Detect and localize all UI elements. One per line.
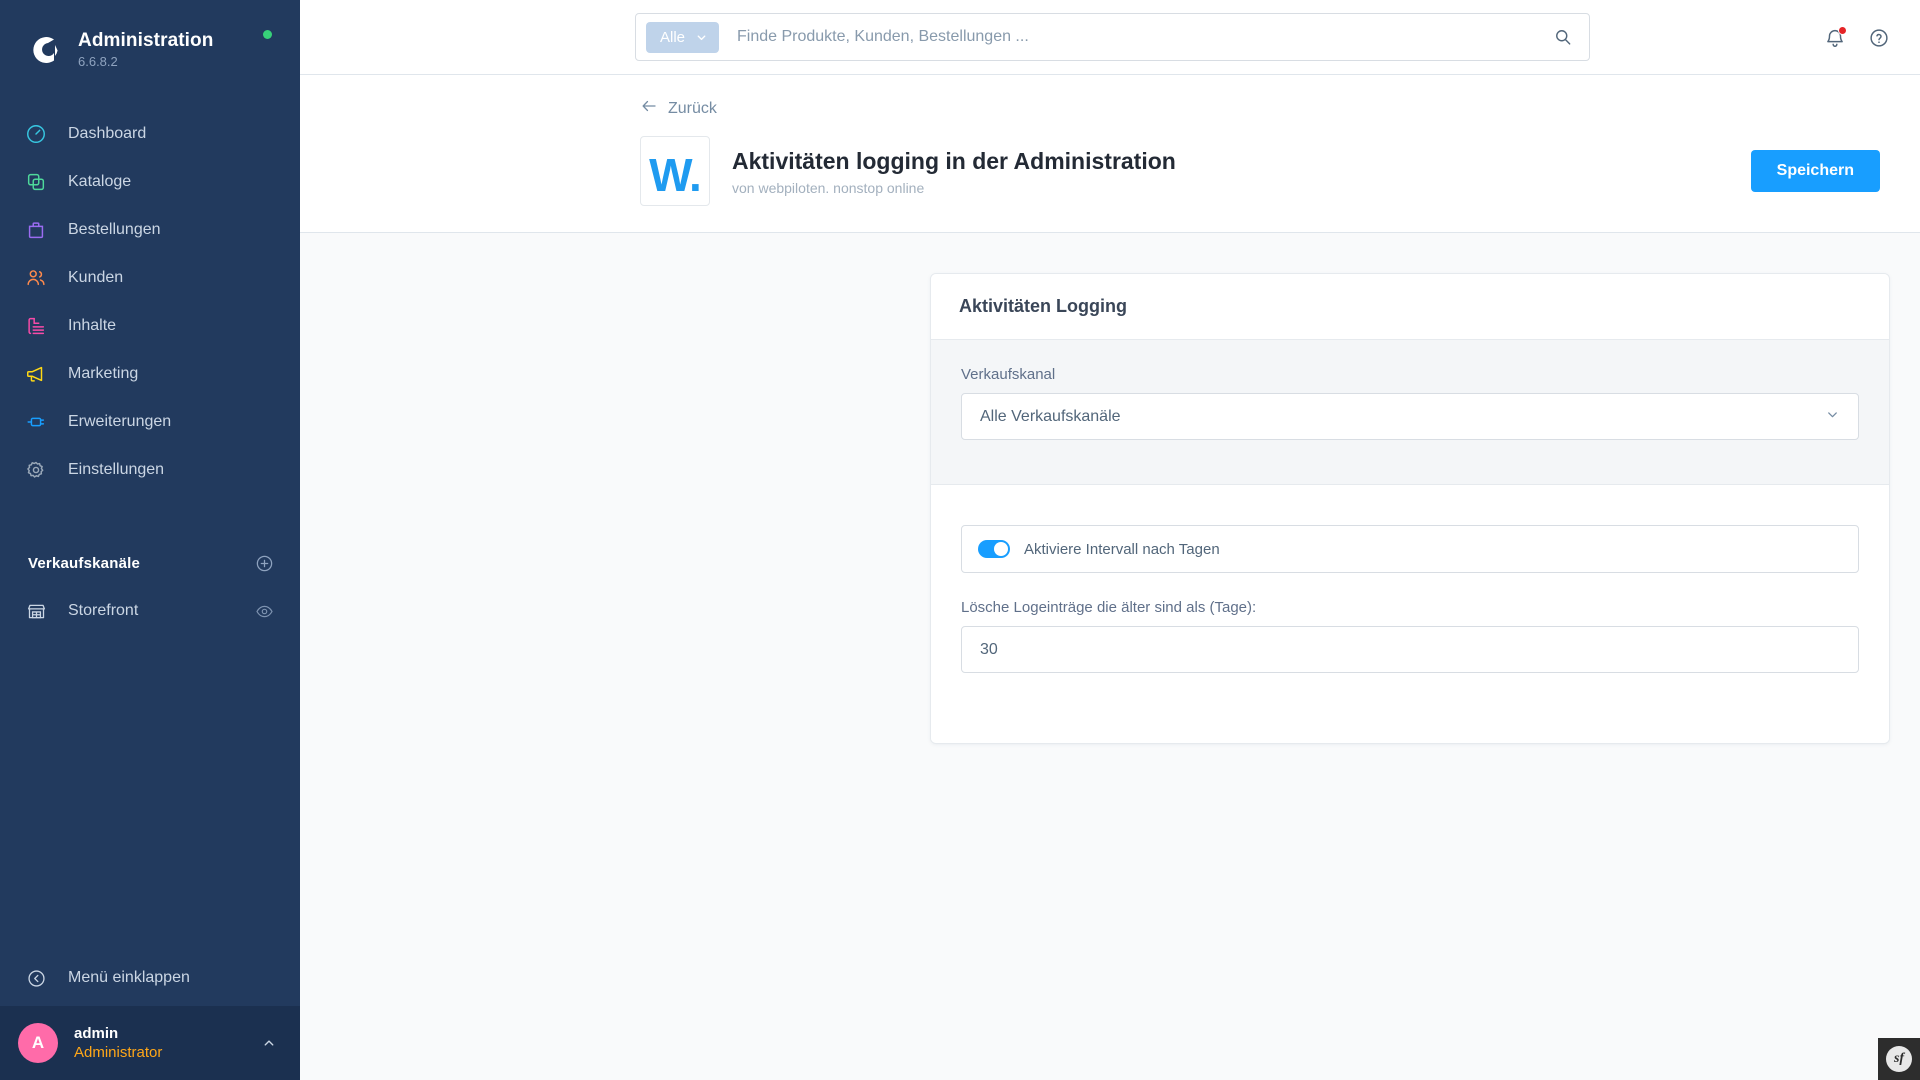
chevron-up-icon[interactable] [260,1034,278,1052]
arrow-left-icon [640,97,658,120]
sidebar: Administration 6.6.8.2 Dashboard Katalog… [0,0,300,1080]
collapse-menu-label: Menü einklappen [68,969,190,986]
back-label: Zurück [668,99,717,117]
plugin-header: W. Aktivitäten logging in der Administra… [640,136,1880,206]
brand-title: Administration [78,29,214,51]
chevron-down-icon [695,31,708,44]
search-scope-label: Alle [660,28,686,46]
sidebar-item-label: Kataloge [68,173,132,190]
notification-badge [1838,25,1847,35]
sidebar-item-label: Einstellungen [68,461,165,478]
bell-icon[interactable] [1824,25,1847,49]
sales-channel-section: Verkaufskanal Alle Verkaufskanäle [931,340,1889,485]
shopware-logo-icon [22,30,62,70]
content-icon [24,314,48,338]
brand-version: 6.6.8.2 [78,53,118,69]
catalog-icon [24,170,48,194]
sidebar-item-label: Inhalte [68,317,117,334]
user-menu[interactable]: A admin Administrator [0,1006,300,1080]
save-button[interactable]: Speichern [1750,150,1880,192]
page-title: Aktivitäten logging in der Administratio… [732,147,1176,174]
symfony-icon: sf [1886,1046,1912,1072]
status-dot-icon [263,30,272,39]
search-scope-dropdown[interactable]: Alle [646,21,720,53]
extensions-icon [24,410,48,434]
settings-icon [24,458,48,482]
sidebar-item-label: Erweiterungen [68,413,172,430]
search-icon[interactable] [1553,27,1579,47]
sidebar-item-label: Kunden [68,269,124,286]
storefront-icon [24,599,48,623]
settings-card: Aktivitäten Logging Verkaufskanal Alle V… [930,273,1890,744]
topbar: Alle [300,0,1920,75]
interval-toggle-label: Aktiviere Intervall nach Tagen [1024,540,1220,558]
global-search[interactable]: Alle [635,13,1590,61]
main-navigation: Dashboard Kataloge Bestellungen Kunden I… [0,110,300,494]
search-input[interactable] [719,28,1553,46]
toggle-knob [994,542,1008,556]
page-header: Zurück W. Aktivitäten logging in der Adm… [300,75,1920,233]
eye-icon[interactable] [255,602,274,621]
plugin-logo-icon: W. [640,136,710,206]
sales-channels-section-header: Verkaufskanäle [0,546,300,580]
retention-label: Lösche Logeinträge die älter sind als (T… [961,599,1257,616]
sidebar-item-label: Dashboard [68,125,147,142]
page-subtitle: von webpiloten. nonstop online [732,179,925,196]
user-role: Administrator [74,1043,163,1061]
chevron-down-icon [1825,407,1840,427]
customers-icon [24,266,48,290]
sales-channels-heading: Verkaufskanäle [28,554,141,572]
sidebar-item-bestellungen[interactable]: Bestellungen [0,206,300,254]
interval-toggle-row[interactable]: Aktiviere Intervall nach Tagen [961,525,1859,573]
card-header: Aktivitäten Logging [931,274,1889,340]
interval-toggle-switch[interactable] [978,540,1010,558]
sidebar-item-dashboard[interactable]: Dashboard [0,110,300,158]
avatar: A [18,1023,58,1063]
sidebar-item-label: Storefront [68,602,139,619]
plugin-logo-text: W. [649,149,702,201]
sidebar-item-marketing[interactable]: Marketing [0,350,300,398]
main-area: Alle Finde Produkte, Kunden, Bestellunge… [300,0,1920,1080]
collapse-menu-button[interactable]: Menü einklappen [0,950,300,1006]
marketing-icon [24,362,48,386]
retention-days-input[interactable] [961,626,1859,673]
interval-section: Aktiviere Intervall nach Tagen Lösche Lo… [931,485,1889,743]
sidebar-item-label: Marketing [68,365,139,382]
card-title: Aktivitäten Logging [959,296,1127,316]
sales-channel-select[interactable]: Alle Verkaufskanäle [961,393,1859,440]
sales-channel-value: Alle Verkaufskanäle [980,407,1121,425]
sidebar-item-einstellungen[interactable]: Einstellungen [0,446,300,494]
sidebar-item-kunden[interactable]: Kunden [0,254,300,302]
sales-channel-label: Verkaufskanal [961,366,1056,383]
plus-circle-icon[interactable] [255,554,274,573]
sidebar-item-erweiterungen[interactable]: Erweiterungen [0,398,300,446]
help-circle-icon[interactable] [1868,27,1890,49]
topbar-actions [1824,0,1890,75]
symfony-debug-toolbar[interactable]: sf [1878,1038,1920,1080]
sidebar-item-inhalte[interactable]: Inhalte [0,302,300,350]
brand-header[interactable]: Administration 6.6.8.2 [0,0,300,78]
orders-icon [24,218,48,242]
user-name: admin [74,1024,119,1042]
collapse-left-icon [24,966,48,990]
back-button[interactable]: Zurück [640,97,717,120]
sidebar-item-label: Bestellungen [68,221,161,238]
dashboard-icon [24,122,48,146]
sidebar-item-storefront[interactable]: Storefront [0,588,300,634]
content-area: Aktivitäten Logging Verkaufskanal Alle V… [300,233,1920,1080]
sidebar-item-kataloge[interactable]: Kataloge [0,158,300,206]
